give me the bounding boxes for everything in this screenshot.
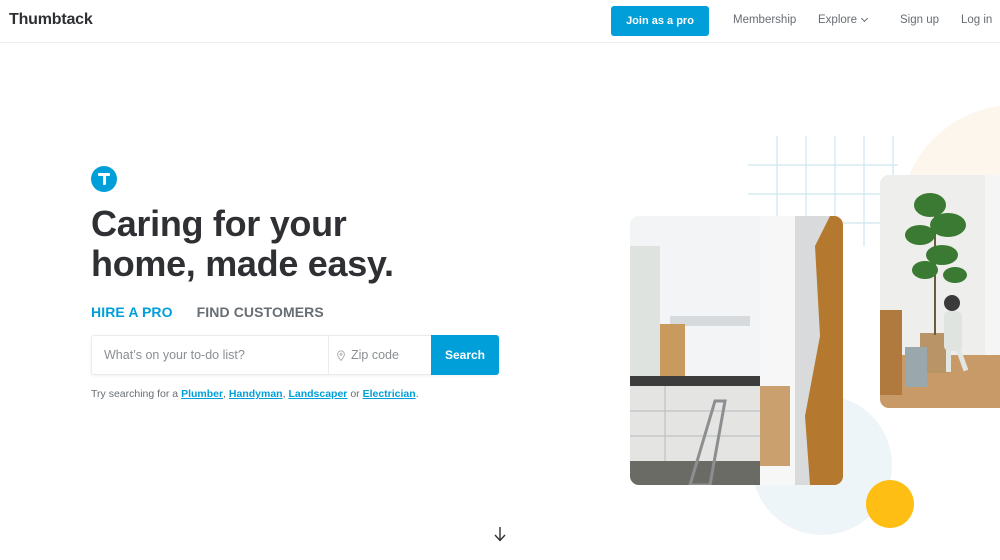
- thumbtack-logo[interactable]: Thumbtack: [9, 11, 93, 29]
- scroll-down-arrow-icon[interactable]: [493, 526, 507, 542]
- suggestion-suffix: .: [415, 388, 419, 400]
- thumbtack-badge-icon: [91, 166, 117, 192]
- suggestion-plumber-link[interactable]: Plumber: [181, 388, 223, 400]
- headline-line-1: Caring for your: [91, 203, 347, 244]
- search-form: Search: [91, 335, 499, 375]
- suggestion-handyman-link[interactable]: Handyman: [229, 388, 283, 400]
- headline-line-2: home, made easy.: [91, 243, 394, 284]
- chevron-down-icon: [860, 14, 869, 23]
- tab-hire-a-pro[interactable]: HIRE A PRO: [91, 304, 173, 320]
- kitchen-renovation-photo: [630, 216, 843, 485]
- suggestions-prefix: Try searching for a: [91, 388, 182, 400]
- suggestion-electrician-link[interactable]: Electrician: [363, 388, 416, 400]
- search-suggestions: Try searching for a Plumber, Handyman, L…: [91, 388, 419, 400]
- zip-code-field[interactable]: [328, 336, 431, 374]
- decorative-yellow-circle: [866, 480, 914, 528]
- nav-log-in-link[interactable]: Log in: [961, 14, 992, 26]
- nav-sign-up-link[interactable]: Sign up: [900, 14, 939, 26]
- nav-membership-link[interactable]: Membership: [733, 14, 796, 26]
- living-room-plant-photo: [880, 175, 1000, 408]
- hero-tabs: HIRE A PRO FIND CUSTOMERS: [91, 304, 324, 320]
- zip-code-input[interactable]: [351, 348, 431, 362]
- location-pin-icon: [337, 349, 345, 361]
- suggestion-separator: or: [347, 388, 363, 400]
- todo-search-input[interactable]: [92, 336, 328, 374]
- nav-explore-dropdown[interactable]: Explore: [818, 14, 869, 26]
- join-as-pro-button[interactable]: Join as a pro: [611, 6, 709, 36]
- tab-find-customers[interactable]: FIND CUSTOMERS: [197, 304, 324, 320]
- nav-explore-label: Explore: [818, 14, 857, 26]
- search-button[interactable]: Search: [431, 335, 499, 375]
- suggestion-landscaper-link[interactable]: Landscaper: [288, 388, 347, 400]
- hero-headline: Caring for your home, made easy.: [91, 204, 394, 284]
- top-nav-bar: Thumbtack Join as a pro Membership Explo…: [0, 0, 1000, 43]
